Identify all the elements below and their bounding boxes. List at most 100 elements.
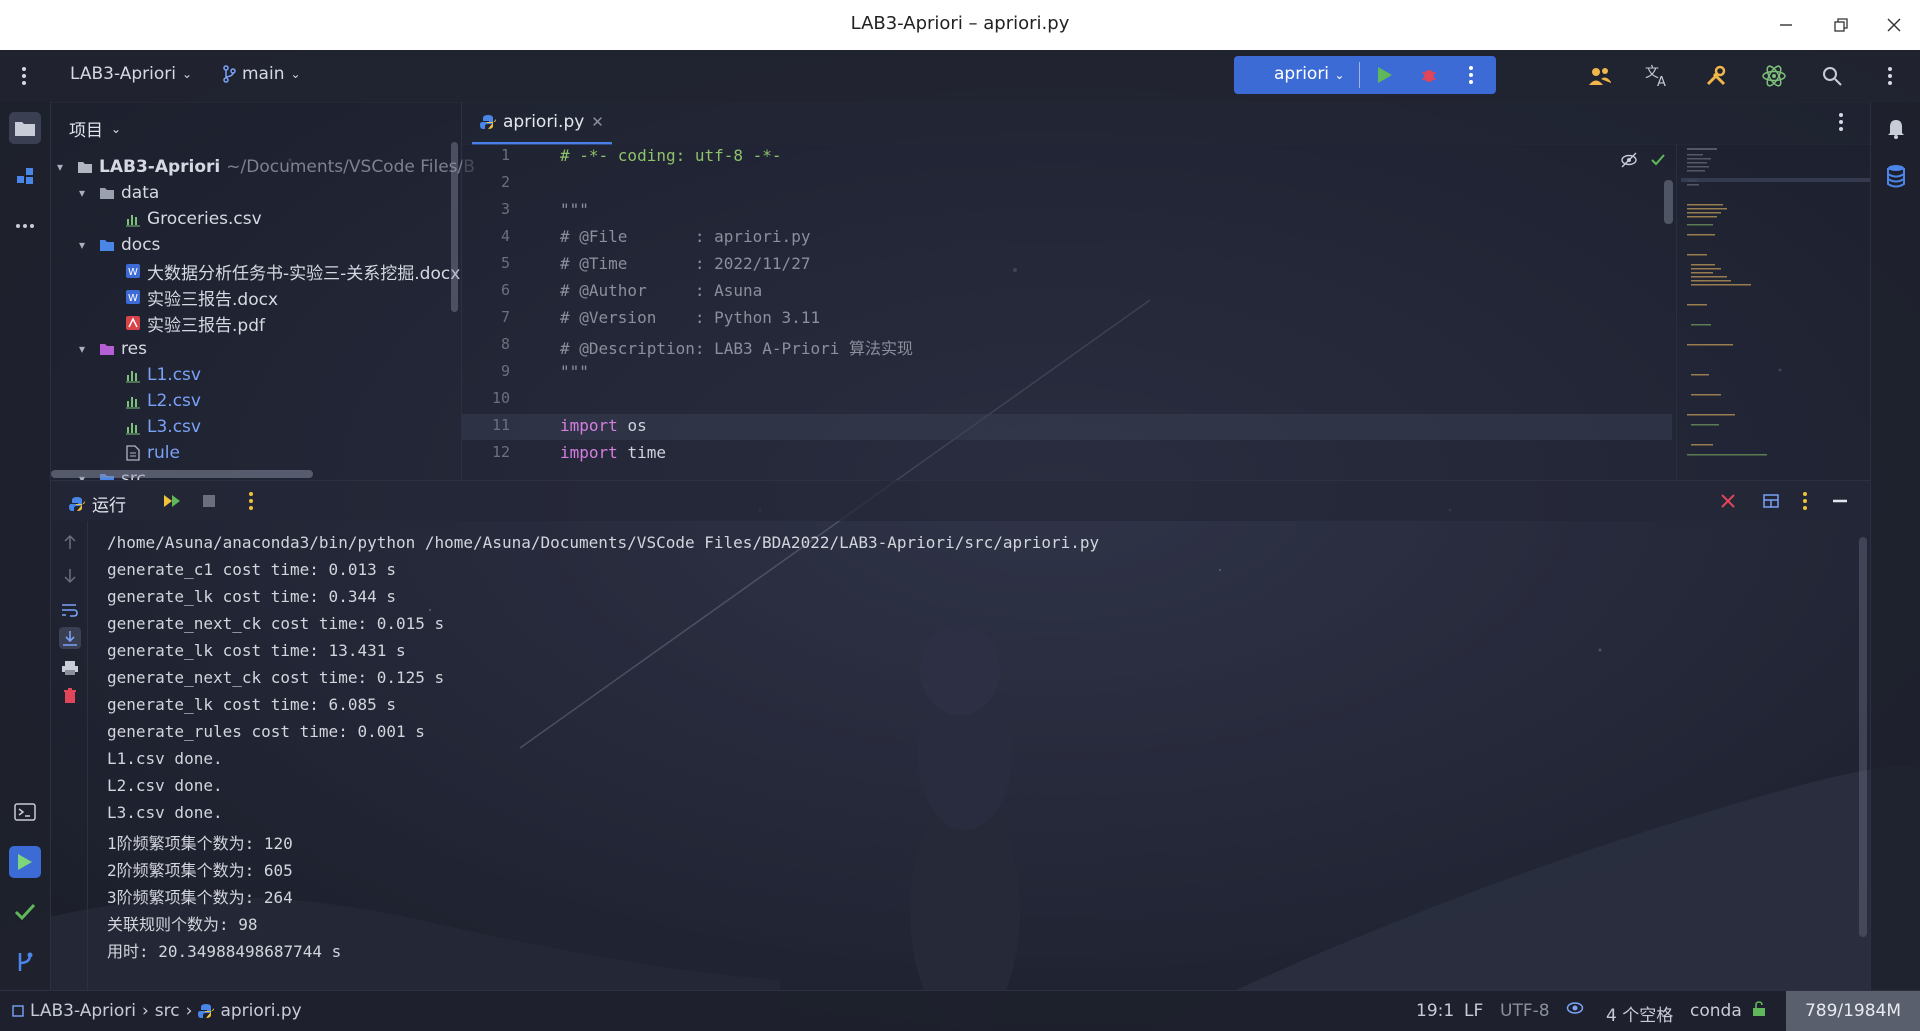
close-run-button[interactable]	[1720, 493, 1736, 513]
csv-file-icon	[125, 393, 141, 409]
editor-tabs-menu[interactable]	[1838, 112, 1844, 136]
debug-button[interactable]	[1420, 65, 1438, 89]
tree-item-docs[interactable]: ▾ docs	[79, 232, 160, 258]
file-lock-button[interactable]	[1752, 1001, 1766, 1017]
main-menu-button[interactable]	[10, 62, 38, 90]
editor-tabs: apriori.py ✕	[462, 102, 1870, 145]
code-token: # -*- coding: utf-8 -*-	[560, 146, 782, 165]
editor-vscrollbar[interactable]	[1664, 180, 1673, 224]
memory-indicator[interactable]: 789/1984M	[1786, 991, 1920, 1031]
layout-button[interactable]	[1763, 493, 1779, 513]
reader-mode-button[interactable]	[1566, 1001, 1584, 1015]
notifications-button[interactable]	[1880, 112, 1912, 144]
ide-menu-button[interactable]	[1876, 62, 1904, 90]
interpreter-setting[interactable]: conda	[1690, 1001, 1742, 1021]
console-line: generate_c1 cost time: 0.013 s	[107, 560, 396, 579]
tree-item-task-doc[interactable]: W 大数据分析任务书-实验三-关系挖掘.docx	[125, 258, 460, 284]
restore-icon	[1834, 18, 1848, 32]
code-token: # @Description: LAB3 A-Priori 算法实现	[560, 339, 913, 358]
minimize-button[interactable]	[1772, 12, 1800, 38]
project-panel-header[interactable]: 项目 ⌄	[69, 116, 121, 141]
soft-wrap-button[interactable]	[59, 599, 81, 621]
terminal-tool-button[interactable]	[9, 796, 41, 828]
code-line: # @Version : Python 3.11	[560, 308, 820, 327]
project-vscrollbar[interactable]	[451, 142, 458, 312]
inspection-status[interactable]	[1650, 152, 1666, 172]
git-tool-button[interactable]	[9, 946, 41, 978]
tab-label: apriori.py	[503, 112, 585, 132]
check-icon	[14, 903, 36, 921]
file-encoding[interactable]: UTF-8	[1500, 1001, 1550, 1021]
run-tool-button[interactable]	[9, 846, 41, 878]
console-output[interactable]: /home/Asuna/anaconda3/bin/python /home/A…	[107, 533, 1099, 965]
chevron-right-icon: ›	[185, 1001, 193, 1021]
scroll-down-button[interactable]	[59, 565, 81, 587]
git-branch-icon	[18, 952, 33, 971]
tree-item-data[interactable]: ▾ data	[79, 180, 159, 206]
console-vscrollbar[interactable]	[1859, 537, 1867, 937]
tree-item-rule[interactable]: rule	[125, 440, 180, 466]
status-bar: LAB3-Apriori › src › apriori.py 19:1 LF …	[0, 990, 1920, 1031]
chevron-down-icon: ⌄	[1334, 68, 1345, 82]
run-button[interactable]	[1376, 65, 1394, 89]
minimize-panel-button[interactable]	[1832, 493, 1848, 513]
reader-mode-toggle[interactable]	[1620, 152, 1638, 172]
code-with-me-button[interactable]	[1586, 62, 1614, 90]
tree-item-label: res	[121, 339, 147, 359]
tree-item-report-docx[interactable]: W 实验三报告.docx	[125, 284, 278, 310]
run-more-button[interactable]	[1468, 65, 1474, 89]
caret-position[interactable]: 19:1	[1416, 1001, 1454, 1021]
run-tab[interactable]: 运行	[69, 491, 126, 516]
indent-setting[interactable]: 4 个空格	[1606, 1001, 1673, 1026]
line-number: 2	[500, 173, 510, 191]
project-tool-button[interactable]	[9, 112, 41, 144]
tree-item-l3[interactable]: L3.csv	[125, 414, 201, 440]
code-line: import os	[560, 416, 647, 435]
translate-button[interactable]: 文A	[1644, 62, 1672, 90]
structure-tool-button[interactable]	[9, 160, 41, 192]
run-panel-menu[interactable]	[1802, 491, 1808, 515]
tree-item-groceries[interactable]: Groceries.csv	[125, 206, 262, 232]
restore-button[interactable]	[1827, 12, 1855, 38]
atom-icon	[1762, 65, 1786, 87]
tree-item-res[interactable]: ▾ res	[79, 336, 147, 362]
folder-icon	[15, 122, 35, 136]
unlock-icon	[1753, 1001, 1765, 1016]
tree-item-report-pdf[interactable]: 实验三报告.pdf	[125, 310, 265, 336]
console-line: generate_lk cost time: 0.344 s	[107, 587, 396, 606]
console-line: L2.csv done.	[107, 776, 223, 795]
ai-assistant-button[interactable]	[1760, 62, 1788, 90]
search-everywhere-button[interactable]	[1818, 62, 1846, 90]
stop-button[interactable]	[201, 493, 217, 513]
branch-switcher[interactable]: main ⌄	[222, 64, 301, 84]
tree-item-l2[interactable]: L2.csv	[125, 388, 201, 414]
close-tab-icon[interactable]: ✕	[591, 113, 604, 131]
eye-icon	[1566, 1002, 1584, 1014]
breadcrumb-file[interactable]: apriori.py	[220, 1001, 301, 1021]
window-title: LAB3-Apriori – apriori.py	[850, 13, 1070, 34]
tree-root[interactable]: ▾ LAB3-Apriori ~/Documents/VSCode Files/…	[57, 154, 475, 180]
run-config-selector[interactable]: apriori ⌄	[1274, 64, 1345, 84]
expand-arrow-icon: ▾	[79, 342, 86, 356]
close-window-button[interactable]	[1880, 12, 1908, 38]
breadcrumb-project[interactable]: LAB3-Apriori	[30, 1001, 136, 1021]
tab-apriori-py[interactable]: apriori.py ✕	[472, 102, 612, 145]
line-separator[interactable]: LF	[1464, 1001, 1483, 1021]
more-tools-button[interactable]	[9, 210, 41, 242]
problems-tool-button[interactable]	[9, 896, 41, 928]
scroll-up-button[interactable]	[59, 531, 81, 553]
code-token: """	[560, 200, 589, 219]
git-branch-icon	[223, 65, 236, 83]
print-button[interactable]	[59, 657, 81, 679]
build-tools-button[interactable]	[1702, 62, 1730, 90]
tree-item-l1[interactable]: L1.csv	[125, 362, 201, 388]
database-tool-button[interactable]	[1880, 160, 1912, 192]
project-hscrollbar[interactable]	[51, 470, 313, 478]
breadcrumb-folder[interactable]: src	[155, 1001, 180, 1021]
scroll-to-end-button[interactable]	[59, 627, 81, 649]
run-options-button[interactable]	[248, 491, 254, 515]
project-switcher[interactable]: LAB3-Apriori ⌄	[70, 64, 192, 84]
rerun-button[interactable]	[163, 492, 183, 514]
code-editor[interactable]: 1 2 3 4 5 6 7 8 9 10 11 12 # -*- coding: utf-8 -*- "…	[462, 144, 1870, 480]
clear-output-button[interactable]	[59, 685, 81, 707]
